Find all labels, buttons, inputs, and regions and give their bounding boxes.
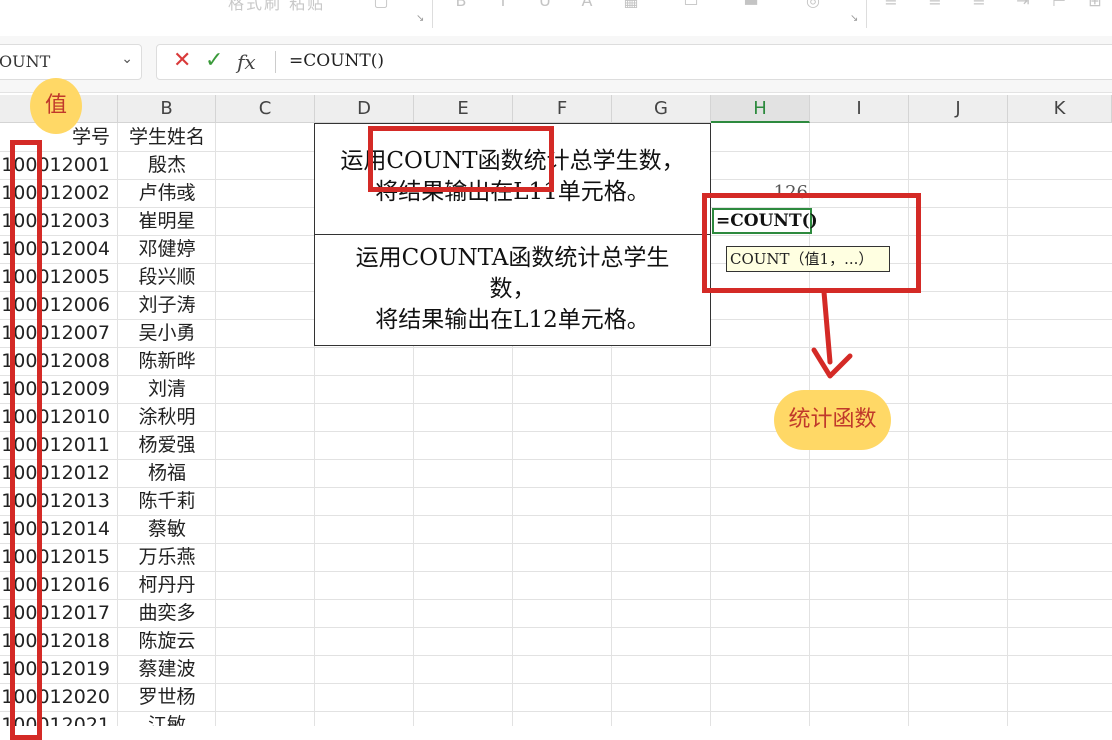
cancel-icon[interactable]: ✕: [173, 48, 191, 73]
ribbon-divider: [866, 0, 867, 28]
italic-icon[interactable]: I: [494, 0, 512, 10]
font-color-icon[interactable]: A: [578, 0, 596, 10]
column-header-g[interactable]: G: [612, 95, 711, 123]
table-cell-name[interactable]: 陈新晔: [118, 347, 216, 375]
column-header-e[interactable]: E: [414, 95, 513, 123]
wrap-text-icon[interactable]: ⊢: [1050, 0, 1068, 10]
indent-icon[interactable]: ⇥: [1014, 0, 1032, 10]
name-box-value: OUNT: [0, 52, 51, 71]
format-painter-icon[interactable]: ▢: [372, 0, 390, 10]
instruction-line: 数，: [489, 276, 536, 302]
ribbon-partial-text: 格式刷 粘贴: [228, 0, 326, 13]
table-cell-name[interactable]: 万乐燕: [118, 543, 216, 571]
table-cell-name[interactable]: 崔明星: [118, 207, 216, 235]
formula-bar: OUNT ⌄ ✕ ✓ fx =COUNT(): [0, 36, 1112, 93]
column-header-c[interactable]: C: [216, 95, 315, 123]
instruction-line: 将结果输出在L12单元格。: [375, 307, 650, 333]
table-cell-name[interactable]: 罗世杨: [118, 683, 216, 711]
underline-icon[interactable]: U: [536, 0, 554, 10]
dialog-launcher-icon[interactable]: ↘: [416, 14, 426, 24]
column-header-b[interactable]: B: [118, 95, 216, 123]
grid-line: [1007, 123, 1008, 726]
align-right-icon[interactable]: ≡: [970, 0, 988, 10]
column-header-f[interactable]: F: [513, 95, 612, 123]
table-cell-name[interactable]: 刘清: [118, 375, 216, 403]
merge-icon[interactable]: ⊞: [1086, 0, 1104, 10]
table-cell-name[interactable]: 卢伟彧: [118, 179, 216, 207]
table-cell-name[interactable]: 陈旋云: [118, 627, 216, 655]
font-dialog-launcher-icon[interactable]: ↘: [850, 14, 860, 24]
highlight-box-formula-cell: [702, 193, 921, 293]
instruction-line: 运用COUNTA函数统计总学生: [355, 245, 670, 271]
table-cell-name[interactable]: 邓健婷: [118, 235, 216, 263]
table-cell-name[interactable]: 蔡敏: [118, 515, 216, 543]
highlight-box-student-ids: [10, 140, 42, 740]
column-header-j[interactable]: J: [909, 95, 1008, 123]
table-cell-name[interactable]: 蔡建波: [118, 655, 216, 683]
insert-function-icon[interactable]: fx: [237, 50, 256, 74]
table-cell-name[interactable]: 曲奕多: [118, 599, 216, 627]
ribbon: 格式刷 粘贴 ▢ ↘ B I U A ▦ ▭ ▬ ◎ ↘ ≡ ≡ ≡ ⇥ ⊢ ⊞: [0, 0, 1112, 37]
table-cell-name[interactable]: 杨福: [118, 459, 216, 487]
highlight-icon[interactable]: ▬: [742, 0, 760, 10]
column-header-k[interactable]: K: [1008, 95, 1112, 123]
instruction-textbox-counta[interactable]: 运用COUNTA函数统计总学生 数， 将结果输出在L12单元格。: [314, 234, 711, 346]
header-cell-student-name[interactable]: 学生姓名: [118, 123, 216, 151]
highlight-box-count-word: [368, 126, 554, 192]
align-left-icon[interactable]: ≡: [882, 0, 900, 10]
border-icon[interactable]: ▦: [622, 0, 640, 10]
table-cell-name[interactable]: 涂秋明: [118, 403, 216, 431]
formula-content[interactable]: =COUNT(): [289, 51, 384, 71]
column-header-h[interactable]: H: [711, 95, 810, 123]
annotation-bubble-value: 值: [30, 78, 82, 134]
formula-divider: [275, 51, 276, 73]
clear-format-icon[interactable]: ◎: [804, 0, 822, 10]
annotation-bubble-function: 统计函数: [774, 390, 891, 450]
table-cell-name[interactable]: 柯丹丹: [118, 571, 216, 599]
chevron-down-icon[interactable]: ⌄: [121, 51, 133, 67]
confirm-icon[interactable]: ✓: [205, 48, 223, 73]
table-cell-name[interactable]: 刘子涛: [118, 291, 216, 319]
name-box[interactable]: OUNT ⌄: [0, 44, 142, 80]
column-header-d[interactable]: D: [315, 95, 414, 123]
ribbon-divider: [432, 0, 433, 28]
table-cell-name[interactable]: 段兴顺: [118, 263, 216, 291]
fill-color-icon[interactable]: ▭: [682, 0, 700, 10]
table-cell-name[interactable]: 江敏: [118, 711, 216, 726]
table-cell-name[interactable]: 吴小勇: [118, 319, 216, 347]
table-cell-name[interactable]: 杨爱强: [118, 431, 216, 459]
table-cell-name[interactable]: 殷杰: [118, 151, 216, 179]
table-cell-name[interactable]: 陈千莉: [118, 487, 216, 515]
formula-input-area[interactable]: ✕ ✓ fx =COUNT(): [156, 44, 1112, 80]
arrow-down-icon: [811, 290, 853, 379]
column-header-i[interactable]: I: [810, 95, 909, 123]
align-center-icon[interactable]: ≡: [926, 0, 944, 10]
bold-icon[interactable]: B: [452, 0, 470, 10]
